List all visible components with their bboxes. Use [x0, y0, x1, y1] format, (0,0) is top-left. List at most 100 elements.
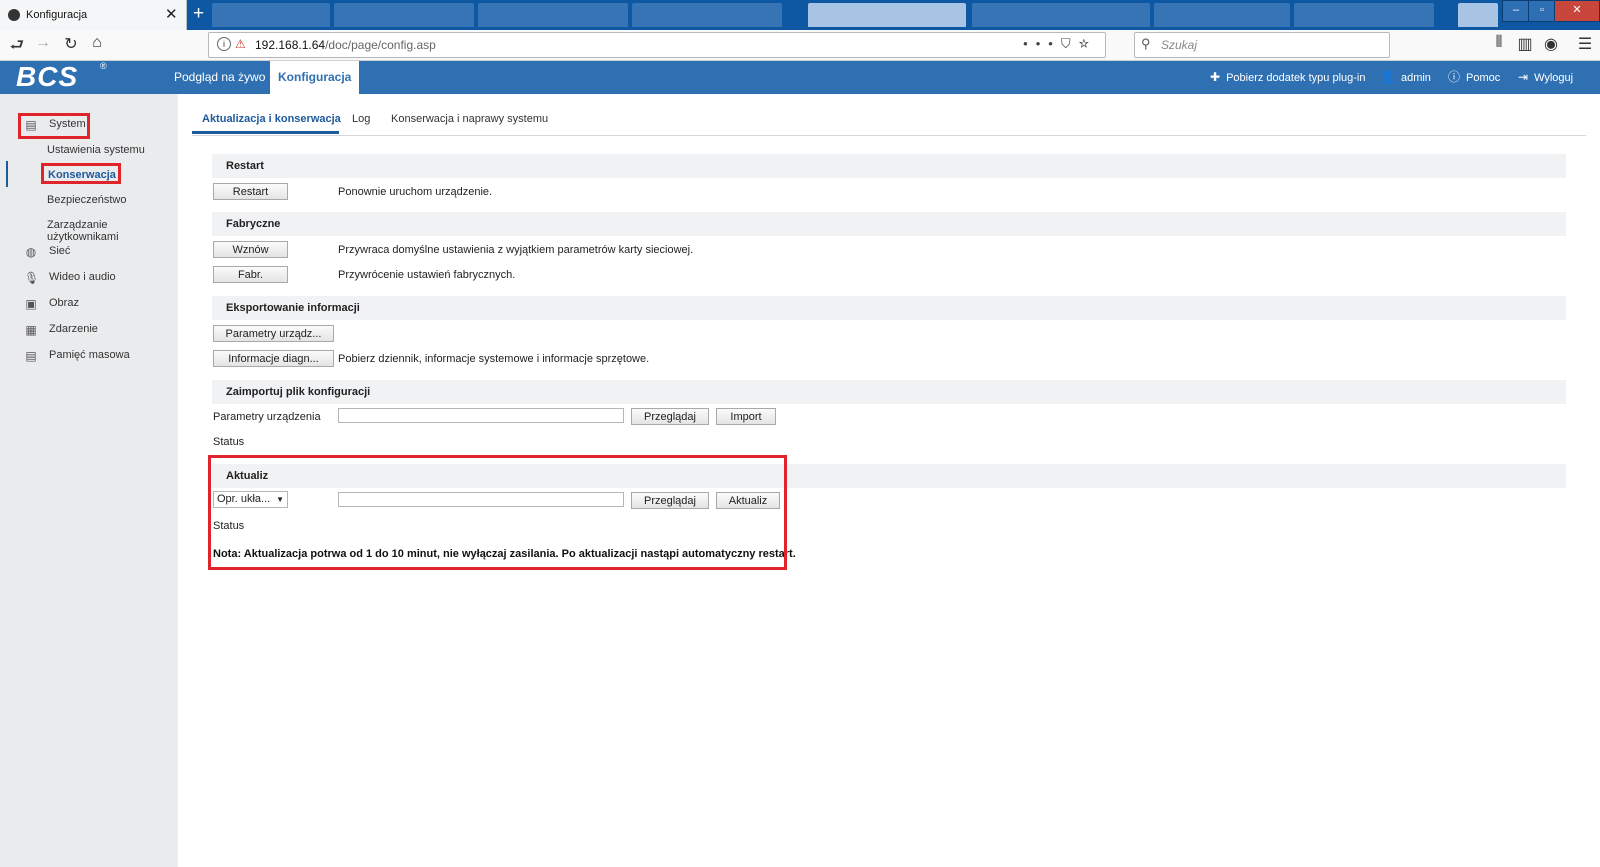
export-diagnostics-button[interactable]: Informacje diagn... — [213, 350, 334, 367]
browser-nav-bar: ⮐ → ↻ ⌂ i ⚠ 192.168.1.64/doc/page/config… — [0, 30, 1600, 61]
restore-description: Przywraca domyślne ustawienia z wyjątkie… — [338, 244, 694, 256]
sidebar-item-security[interactable]: Bezpieczeństwo — [47, 194, 127, 206]
close-tab-icon[interactable]: ✕ — [165, 5, 178, 23]
section-title-export: Eksportowanie informacji — [226, 302, 360, 314]
back-arrow-icon[interactable]: ⮐ — [6, 34, 28, 61]
background-tab[interactable] — [808, 3, 966, 27]
storage-icon: ▤ — [25, 349, 37, 363]
sidebar-item-storage[interactable]: Pamięć masowa — [49, 349, 130, 361]
camera-favicon-icon — [8, 9, 20, 21]
video-audio-icon: 🎙 — [24, 271, 40, 285]
tab-system-service[interactable]: Konserwacja i naprawy systemu — [391, 113, 548, 125]
library-icon[interactable]: ⫴ — [1488, 34, 1510, 52]
info-icon[interactable]: i — [217, 37, 231, 51]
calendar-event-icon: ▦ — [25, 323, 37, 337]
network-globe-icon: ◍ — [25, 245, 37, 259]
background-tab[interactable] — [1154, 3, 1290, 27]
tab-upgrade-maintenance[interactable]: Aktualizacja i konserwacja — [202, 113, 341, 125]
close-window-icon[interactable]: ✕ — [1554, 0, 1600, 22]
tab-log[interactable]: Log — [352, 113, 370, 125]
browser-tab-bar: Konfiguracja ✕ + – ▫ ✕ — [0, 0, 1600, 30]
nav-live-view[interactable]: Podgląd na żywo — [166, 61, 273, 94]
highlight-box-upgrade — [208, 455, 787, 570]
sidebar-item-system-settings[interactable]: Ustawienia systemu — [47, 144, 145, 156]
forward-arrow-icon[interactable]: → — [32, 34, 54, 52]
import-file-path-input[interactable] — [338, 408, 624, 423]
sub-tabs: Aktualizacja i konserwacja Log Konserwac… — [192, 107, 1586, 136]
factory-reset-button[interactable]: Fabr. — [213, 266, 288, 283]
url-text: 192.168.1.64/doc/page/config.asp — [255, 38, 436, 52]
help-link[interactable]: ⓘ Pomoc — [1448, 61, 1500, 94]
browser-tab-title: Konfiguracja — [26, 9, 88, 21]
url-actions: •••⛉☆ — [1023, 36, 1097, 52]
sidebar-item-video-audio[interactable]: Wideo i audio — [49, 271, 116, 283]
background-tab[interactable] — [212, 3, 330, 27]
highlight-box-system — [18, 113, 90, 139]
nav-configuration[interactable]: Konfiguracja — [270, 61, 360, 94]
section-header-factory: Fabryczne — [212, 212, 1566, 236]
highlight-box-maintenance — [41, 163, 121, 184]
help-label: Pomoc — [1466, 72, 1501, 84]
maximize-window-icon[interactable]: ▫ — [1528, 0, 1556, 22]
logout-label: Wyloguj — [1534, 72, 1574, 84]
browser-tab-active[interactable]: Konfiguracja ✕ — [0, 0, 187, 30]
menu-icon[interactable]: ☰ — [1574, 34, 1596, 54]
logo-registered-mark: ® — [100, 61, 107, 71]
pocket-icon[interactable]: ⛉ — [1061, 36, 1079, 51]
logo-text: BCS — [16, 61, 79, 92]
factory-reset-description: Przywrócenie ustawień fabrycznych. — [338, 269, 516, 281]
url-host: 192.168.1.64 — [255, 38, 326, 52]
sidebar-item-user-management[interactable]: Zarządzanie użytkownikami — [47, 219, 178, 243]
reload-icon[interactable]: ↻ — [60, 34, 82, 54]
search-bar[interactable]: ⚲ Szukaj — [1134, 32, 1390, 58]
url-path: /doc/page/config.asp — [325, 38, 436, 52]
background-tab[interactable] — [972, 3, 1150, 27]
app-header: BCS ® Podgląd na żywo Konfiguracja ✚ Pobi… — [0, 61, 1600, 94]
bcs-logo: BCS ® — [16, 61, 112, 92]
plugin-download-label: Pobierz dodatek typu plug-in — [1226, 72, 1366, 84]
image-icon: ▣ — [25, 297, 37, 311]
section-header-import: Zaimportuj plik konfiguracji — [212, 380, 1566, 404]
sidebar-item-event[interactable]: Zdarzenie — [49, 323, 98, 335]
active-tab-underline — [192, 131, 339, 134]
user-link[interactable]: 👤 admin — [1380, 61, 1431, 94]
import-params-label: Parametry urządzenia — [213, 411, 321, 423]
search-icon: ⚲ — [1141, 36, 1151, 51]
new-tab-icon[interactable]: + — [193, 3, 204, 25]
section-header-export: Eksportowanie informacji — [212, 296, 1566, 320]
background-tab[interactable] — [1458, 3, 1498, 27]
url-bar[interactable]: i ⚠ 192.168.1.64/doc/page/config.asp •••… — [208, 32, 1106, 58]
diagnostics-description: Pobierz dziennik, informacje systemowe i… — [338, 353, 650, 365]
puzzle-icon: ✚ — [1210, 70, 1221, 84]
help-icon: ⓘ — [1448, 70, 1461, 84]
section-title-restart: Restart — [226, 160, 264, 172]
user-icon: 👤 — [1380, 70, 1395, 84]
sidebar-item-image[interactable]: Obraz — [49, 297, 79, 309]
background-tab[interactable] — [478, 3, 628, 27]
more-actions-icon[interactable]: ••• — [1023, 36, 1061, 51]
background-tab[interactable] — [334, 3, 474, 27]
selected-indicator — [6, 161, 8, 187]
insecure-lock-icon[interactable]: ⚠ — [235, 37, 248, 51]
logout-link[interactable]: ⇥ Wyloguj — [1518, 61, 1573, 94]
restore-button[interactable]: Wznów — [213, 241, 288, 258]
sidebar-toggle-icon[interactable]: ▥ — [1514, 34, 1536, 54]
background-tab[interactable] — [1294, 3, 1434, 27]
search-placeholder: Szukaj — [1161, 38, 1198, 52]
sidebar-item-network[interactable]: Sieć — [49, 245, 70, 257]
bookmark-star-icon[interactable]: ☆ — [1079, 36, 1097, 51]
plugin-download-link[interactable]: ✚ Pobierz dodatek typu plug-in — [1210, 61, 1366, 94]
logout-icon: ⇥ — [1518, 70, 1529, 84]
import-status-label: Status — [213, 436, 245, 448]
extension-icon[interactable]: ◉ — [1540, 34, 1562, 54]
user-label: admin — [1400, 72, 1431, 84]
import-browse-button[interactable]: Przeglądaj — [631, 408, 709, 425]
background-tab[interactable] — [632, 3, 782, 27]
minimize-window-icon[interactable]: – — [1502, 0, 1530, 22]
section-title-factory: Fabryczne — [226, 218, 281, 230]
restart-button[interactable]: Restart — [213, 183, 288, 200]
import-button[interactable]: Import — [716, 408, 776, 425]
home-icon[interactable]: ⌂ — [86, 34, 108, 52]
restart-description: Ponownie uruchom urządzenie. — [338, 186, 493, 198]
export-device-params-button[interactable]: Parametry urządz... — [213, 325, 334, 342]
